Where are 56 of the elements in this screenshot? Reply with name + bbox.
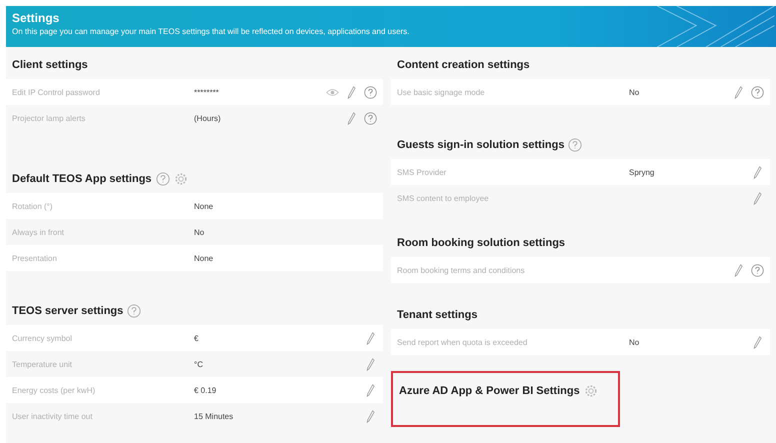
setting-label: Rotation (°) bbox=[12, 202, 54, 210]
setting-value: € bbox=[194, 334, 198, 342]
edit-icon[interactable] bbox=[364, 410, 377, 422]
setting-label: Room booking terms and conditions bbox=[397, 266, 526, 274]
section-title: Content creation settings bbox=[397, 59, 530, 71]
setting-value: None bbox=[194, 254, 214, 262]
edit-icon[interactable] bbox=[364, 384, 377, 396]
section-title: Azure AD App & Power BI Settings bbox=[399, 385, 580, 397]
edit-icon[interactable] bbox=[345, 112, 358, 124]
setting-label: Energy costs (per kwH) bbox=[12, 386, 96, 394]
help-icon[interactable] bbox=[364, 86, 377, 98]
setting-label: Temperature unit bbox=[12, 360, 74, 368]
page-title: Settings bbox=[12, 11, 60, 25]
help-icon[interactable] bbox=[156, 172, 170, 186]
section-title: Client settings bbox=[12, 59, 88, 71]
setting-value: (Hours) bbox=[194, 114, 221, 122]
edit-icon[interactable] bbox=[345, 86, 358, 98]
setting-value: No bbox=[629, 88, 640, 96]
setting-label: Presentation bbox=[12, 254, 58, 262]
help-icon[interactable] bbox=[364, 112, 377, 124]
section-title: Tenant settings bbox=[397, 309, 478, 321]
section-title: Guests sign-in solution settings bbox=[397, 139, 564, 151]
setting-label: User inactivity time out bbox=[12, 412, 94, 420]
setting-label: Currency symbol bbox=[12, 334, 74, 342]
edit-icon[interactable] bbox=[364, 358, 377, 370]
help-icon[interactable] bbox=[751, 264, 764, 276]
setting-label: Send report when quota is exceeded bbox=[397, 338, 528, 346]
edit-icon[interactable] bbox=[751, 336, 764, 348]
setting-label: Edit IP Control password bbox=[12, 88, 101, 96]
settings-icon[interactable] bbox=[584, 384, 598, 398]
setting-value: € 0.19 bbox=[194, 386, 216, 394]
setting-label: SMS Provider bbox=[397, 168, 448, 176]
setting-value: No bbox=[629, 338, 640, 346]
section-title: Room booking solution settings bbox=[397, 237, 566, 249]
setting-label: SMS content to employee bbox=[397, 194, 490, 202]
edit-icon[interactable] bbox=[732, 264, 745, 276]
setting-value: No bbox=[194, 228, 204, 236]
setting-label: Projector lamp alerts bbox=[12, 114, 86, 122]
edit-icon[interactable] bbox=[751, 192, 764, 204]
edit-icon[interactable] bbox=[732, 86, 745, 98]
section-title: TEOS server settings bbox=[12, 305, 124, 317]
help-icon[interactable] bbox=[568, 138, 582, 152]
page-description: On this page you can manage your main TEOS settings that will be reflected on devices, applications and users. bbox=[12, 27, 410, 36]
setting-label: Always in front bbox=[12, 228, 66, 236]
edit-icon[interactable] bbox=[751, 166, 764, 178]
help-icon[interactable] bbox=[751, 86, 764, 98]
setting-value: Spryng bbox=[629, 168, 654, 176]
section-title: Default TEOS App settings bbox=[12, 173, 152, 185]
setting-label: Use basic signage mode bbox=[397, 88, 486, 96]
edit-icon[interactable] bbox=[364, 332, 377, 344]
setting-value: 15 Minutes bbox=[194, 412, 234, 420]
setting-value: None bbox=[194, 202, 214, 210]
setting-value: ******** bbox=[194, 88, 219, 96]
setting-value: °C bbox=[194, 360, 203, 368]
settings-icon[interactable] bbox=[174, 172, 188, 186]
help-icon[interactable] bbox=[127, 304, 142, 318]
